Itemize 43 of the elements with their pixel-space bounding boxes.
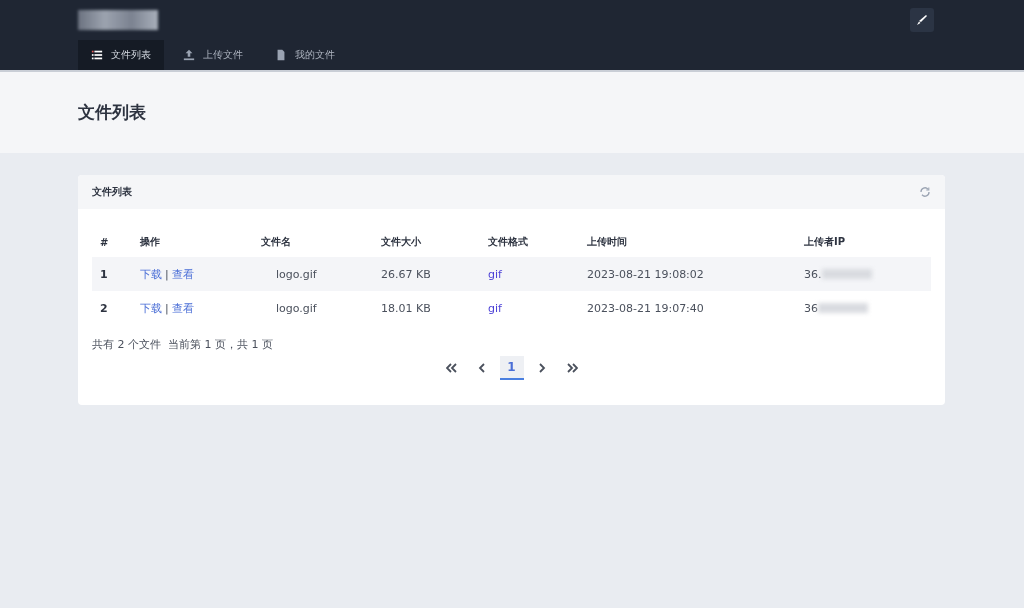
- view-link[interactable]: 查看: [171, 266, 194, 282]
- nav-tab[interactable]: 文件列表: [78, 40, 164, 70]
- column-header: #: [99, 235, 110, 250]
- table-cell: 18.01 KB: [381, 301, 431, 315]
- page-button[interactable]: 1: [499, 356, 524, 380]
- link-separator: |: [165, 267, 169, 281]
- table-cell: logo.gif: [276, 301, 317, 315]
- double-chevron-right-icon: [565, 363, 578, 373]
- table-cell: 1: [100, 267, 108, 281]
- redaction: [818, 303, 868, 313]
- table-cell: 2023-08-21 19:07:40: [587, 301, 704, 315]
- nav-tab[interactable]: 我的文件: [262, 40, 348, 70]
- view-link[interactable]: 查看: [171, 300, 194, 316]
- chevron-right-icon: [537, 363, 546, 373]
- link-separator: |: [165, 301, 169, 315]
- column-header: 文件大小: [380, 235, 422, 249]
- redaction: [821, 269, 872, 279]
- chevron-left-icon: [477, 363, 486, 373]
- table-cell: gif: [488, 267, 502, 281]
- card-title: 文件列表: [92, 185, 132, 199]
- table-cell: 36.: [804, 267, 822, 281]
- download-link[interactable]: 下载: [140, 300, 162, 316]
- column-header: 操作: [139, 235, 161, 249]
- nav-tab[interactable]: 上传文件: [170, 40, 256, 70]
- brush-icon: [916, 14, 928, 26]
- table-cell: 26.67 KB: [381, 267, 431, 281]
- table-cell: 36: [804, 301, 818, 315]
- file-icon: [275, 49, 287, 61]
- brush-button[interactable]: [910, 8, 934, 32]
- table-cell: 2023-08-21 19:08:02: [587, 267, 704, 281]
- column-header: 上传者IP: [803, 235, 847, 249]
- table-cell: 2: [100, 301, 108, 315]
- table-cell: logo.gif: [276, 267, 317, 281]
- column-header: 上传时间: [586, 235, 628, 249]
- double-chevron-left-icon: [445, 363, 458, 373]
- list-icon: [91, 49, 103, 61]
- upload-icon: [183, 49, 195, 61]
- table-cell: gif: [488, 301, 502, 315]
- download-link[interactable]: 下载: [140, 266, 162, 282]
- column-header: 文件格式: [487, 235, 529, 249]
- file-summary: 共有 2 个文件 当前第 1 页，共 1 页: [92, 337, 274, 352]
- page-title: 文件列表: [78, 101, 146, 124]
- column-header: 文件名: [260, 235, 292, 249]
